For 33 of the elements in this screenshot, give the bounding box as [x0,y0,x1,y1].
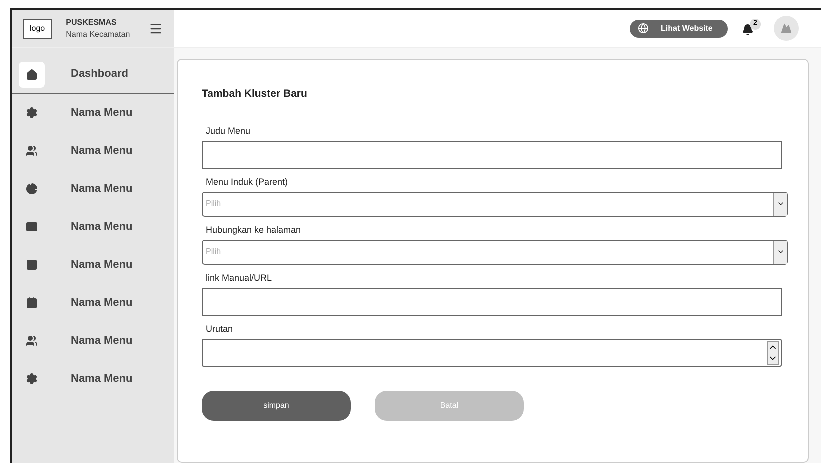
input-field[interactable] [202,140,782,169]
people-icon [26,145,38,157]
sidebar-item[interactable]: Nama Menu [12,246,174,284]
field-label: Urutan [205,322,234,336]
home-icon [26,68,38,80]
bell-icon[interactable] [742,24,754,36]
view-website-button[interactable]: Lihat Website [630,20,728,38]
sidebar-item[interactable]: Nama Menu [12,132,174,170]
sidebar-item[interactable]: Nama Menu [12,170,174,208]
calendar-icon [26,297,38,309]
field-label: Judu Menu [205,124,252,138]
app-title: PUSKESMAS [66,16,118,28]
number-field[interactable] [202,338,782,367]
field-label: Hubungkan ke halaman [205,224,302,237]
logo-box: logo [23,18,52,38]
sidebar-item[interactable]: Nama Menu [12,208,174,246]
pie-chart-icon [26,183,38,195]
form-title: Tambah Kluster Baru [202,87,308,102]
landscape-icon [781,23,792,34]
globe-icon [638,23,649,34]
sidebar-item[interactable]: Nama Menu [12,284,174,322]
app-subtitle: Nama Kecamatan [66,28,132,40]
save-button[interactable]: simpan [202,390,351,421]
menu-icon[interactable] [149,22,163,36]
sidebar-item[interactable]: Nama Menu [12,360,174,398]
field-label: link Manual/URL [205,272,274,285]
sidebar-item[interactable]: Nama Menu [12,322,174,360]
avatar[interactable] [774,16,799,41]
sidebar-item[interactable]: Dashboard [12,56,174,94]
input-field[interactable] [202,288,782,316]
sidebar-item[interactable]: Nama Menu [12,94,174,132]
people-icon [26,335,38,347]
field-label: Menu Induk (Parent) [205,176,290,189]
